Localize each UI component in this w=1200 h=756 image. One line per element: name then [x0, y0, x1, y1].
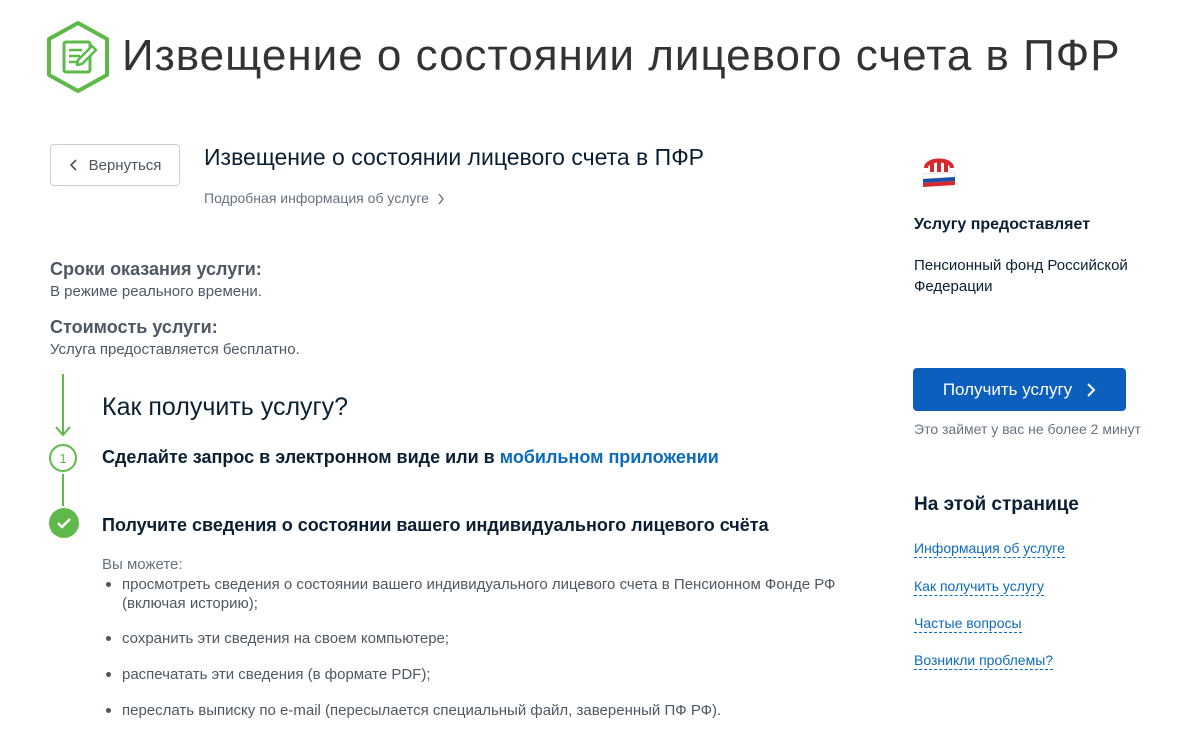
list-item: сохранить эти сведения на своем компьюте…: [102, 629, 882, 648]
service-details-link[interactable]: Подробная информация об услуге: [204, 190, 445, 206]
cost-value: Услуга предоставляется бесплатно.: [50, 341, 300, 358]
toc-title: На этой странице: [914, 494, 1079, 515]
chevron-right-icon: [1087, 382, 1096, 397]
terms-label: Сроки оказания услуги:: [50, 259, 262, 279]
toc-item-problems[interactable]: Возникли проблемы?: [914, 652, 1054, 670]
toc-link[interactable]: Как получить услугу: [914, 578, 1045, 596]
get-service-label: Получить услугу: [942, 379, 1073, 399]
back-button[interactable]: Вернуться: [50, 144, 180, 186]
terms-value: В режиме реального времени.: [50, 283, 262, 300]
provider-name: Пенсионный фонд Российской Федерации: [914, 257, 1128, 295]
provider-label: Услугу предоставляет: [914, 216, 1091, 233]
toc-link[interactable]: Возникли проблемы?: [914, 652, 1054, 670]
cost-label: Стоимость услуги:: [50, 317, 218, 337]
banner-title: Извещение о состоянии лицевого счета в П…: [122, 31, 1121, 80]
toc-item-info[interactable]: Информация об услуге: [914, 540, 1065, 558]
toc-link[interactable]: Информация об услуге: [914, 540, 1065, 558]
step-1-badge: 1: [49, 444, 77, 472]
list-item: переслать выписку по e-mail (пересылаетс…: [102, 701, 882, 720]
step-1-label: Сделайте запрос в электронном виде или в: [102, 447, 500, 467]
document-edit-icon: [44, 20, 112, 94]
get-service-button[interactable]: Получить услугу: [913, 368, 1126, 411]
pfr-logo-icon: [920, 152, 958, 188]
arrow-down-icon: [55, 424, 71, 438]
step-1-text: Сделайте запрос в электронном виде или в…: [102, 447, 719, 468]
list-item: просмотреть сведения о состоянии вашего …: [102, 575, 882, 613]
chevron-right-icon: [438, 193, 444, 205]
check-icon: [49, 508, 79, 538]
capabilities-list: просмотреть сведения о состоянии вашего …: [102, 575, 882, 720]
list-item: распечатать эти сведения (в формате PDF)…: [102, 665, 882, 684]
service-details-label: Подробная информация об услуге: [204, 190, 429, 206]
toc-item-faq[interactable]: Частые вопросы: [914, 615, 1022, 633]
mobile-app-link[interactable]: мобильном приложении: [500, 447, 719, 467]
back-button-label: Вернуться: [88, 156, 162, 174]
timeline-line-middle: [62, 474, 64, 506]
toc-item-how[interactable]: Как получить услугу: [914, 578, 1045, 596]
toc-link[interactable]: Частые вопросы: [914, 615, 1022, 633]
page-title: Извещение о состоянии лицевого счета в П…: [204, 144, 705, 170]
you-can-label: Вы можете:: [102, 556, 183, 573]
how-to-title: Как получить услугу?: [102, 393, 349, 421]
step-2-text: Получите сведения о состоянии вашего инд…: [102, 515, 769, 535]
chevron-left-icon: [69, 159, 77, 171]
time-note: Это займет у вас не более 2 минут: [914, 421, 1141, 437]
